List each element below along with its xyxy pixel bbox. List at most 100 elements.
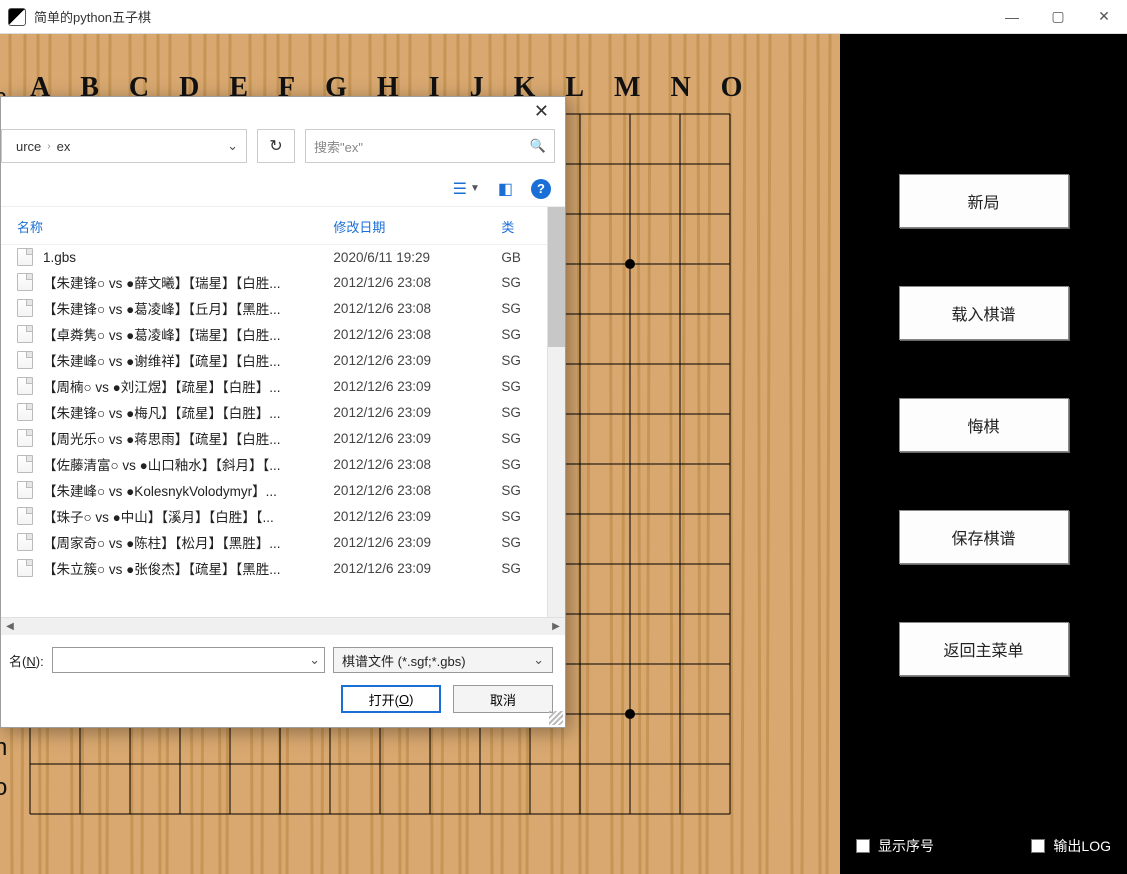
file-row[interactable]: 【朱建锋○ vs ●梅凡】【疏星】【白胜】...2012/12/6 23:09S… [1,399,547,425]
filetype-select[interactable]: 棋谱文件 (*.sgf;*.gbs) ⌄ [333,647,553,673]
file-icon [17,377,33,395]
file-name: 【朱建锋○ vs ●薛文曦】【瑞星】【白胜... [43,272,333,292]
filename-input[interactable]: ⌄ [52,647,325,673]
file-row[interactable]: 【珠子○ vs ●中山】【溪月】【白胜】【...2012/12/6 23:09S… [1,503,547,529]
file-row[interactable]: 【周楠○ vs ●刘江煜】【疏星】【白胜】...2012/12/6 23:09S… [1,373,547,399]
file-row[interactable]: 【朱建峰○ vs ●KolesnykVolodymyr】...2012/12/6… [1,477,547,503]
maximize-button[interactable]: ▢ [1035,0,1081,34]
show-order-checkbox[interactable]: 显示序号 [856,836,934,856]
checkbox-icon [1031,839,1045,853]
file-date: 2012/12/6 23:08 [333,301,501,316]
file-icon [17,507,33,525]
close-button[interactable]: ✕ [1081,0,1127,34]
undo-button[interactable]: 悔棋 [899,398,1069,452]
breadcrumb-segment[interactable]: urce [10,139,47,154]
file-date: 2012/12/6 23:08 [333,457,501,472]
file-type: GB [501,250,531,265]
vertical-scrollbar[interactable] [547,207,565,617]
file-name: 【卓粦隽○ vs ●葛凌峰】【瑞星】【白胜... [43,324,333,344]
file-date: 2012/12/6 23:09 [333,509,501,524]
file-row[interactable]: 【朱建锋○ vs ●葛凌峰】【丘月】【黑胜...2012/12/6 23:08S… [1,295,547,321]
file-row[interactable]: 【朱建锋○ vs ●薛文曦】【瑞星】【白胜...2012/12/6 23:08S… [1,269,547,295]
scroll-right-icon[interactable]: ▶ [549,620,563,634]
file-name: 【朱建锋○ vs ●葛凌峰】【丘月】【黑胜... [43,298,333,318]
filename-label: 名(N): [9,651,44,670]
refresh-button[interactable]: ↻ [257,129,295,163]
file-icon [17,351,33,369]
file-type: SG [501,379,531,394]
open-button[interactable]: 打开(O) [341,685,441,713]
search-placeholder: 搜索"ex" [314,137,363,156]
save-record-button[interactable]: 保存棋谱 [899,510,1069,564]
breadcrumb[interactable]: urce › ex ⌄ [1,129,247,163]
dialog-close-button[interactable]: ✕ [528,101,555,121]
back-main-button[interactable]: 返回主菜单 [899,622,1069,676]
chevron-down-icon[interactable]: ⌄ [309,652,320,668]
file-type: SG [501,301,531,316]
new-game-button[interactable]: 新局 [899,174,1069,228]
file-type: SG [501,431,531,446]
file-name: 【朱建峰○ vs ●KolesnykVolodymyr】... [43,480,333,500]
output-log-checkbox[interactable]: 输出LOG [1031,836,1111,856]
file-date: 2012/12/6 23:09 [333,405,501,420]
file-name: 【佐藤清富○ vs ●山口釉水】【斜月】【... [43,454,333,474]
titlebar: 简单的python五子棋 — ▢ ✕ [0,0,1127,34]
minimize-button[interactable]: — [989,0,1035,34]
file-date: 2012/12/6 23:08 [333,327,501,342]
file-row[interactable]: 【卓粦隽○ vs ●葛凌峰】【瑞星】【白胜...2012/12/6 23:08S… [1,321,547,347]
file-date: 2012/12/6 23:08 [333,483,501,498]
file-type: SG [501,405,531,420]
header-type[interactable]: 类 [501,217,531,236]
file-name: 【朱建峰○ vs ●谢维祥】【疏星】【白胜... [43,350,333,370]
scroll-left-icon[interactable]: ◀ [3,620,17,634]
filetype-value: 棋谱文件 (*.sgf;*.gbs) [342,651,466,670]
show-order-label: 显示序号 [878,836,934,856]
header-name[interactable]: 名称 [17,217,333,236]
file-name: 【周家奇○ vs ●陈柱】【松月】【黑胜】... [43,532,333,552]
file-date: 2012/12/6 23:09 [333,535,501,550]
scrollbar-thumb[interactable] [548,207,565,347]
file-type: SG [501,353,531,368]
file-row[interactable]: 【周家奇○ vs ●陈柱】【松月】【黑胜】...2012/12/6 23:09S… [1,529,547,555]
file-type: SG [501,561,531,576]
file-icon [17,533,33,551]
help-icon[interactable]: ? [531,179,551,199]
cancel-button[interactable]: 取消 [453,685,553,713]
app-icon [8,8,26,26]
file-row[interactable]: 1.gbs2020/6/11 19:29GB [1,245,547,269]
horizontal-scrollbar[interactable]: ◀ ▶ [1,617,565,635]
file-icon [17,559,33,577]
header-date[interactable]: 修改日期 [333,217,501,236]
file-type: SG [501,535,531,550]
file-row[interactable]: 【周光乐○ vs ●蒋思雨】【疏星】【白胜...2012/12/6 23:09S… [1,425,547,451]
view-mode-button[interactable]: ☰ ▼ [453,179,480,199]
window-controls: — ▢ ✕ [989,0,1127,34]
file-row[interactable]: 【朱建峰○ vs ●谢维祥】【疏星】【白胜...2012/12/6 23:09S… [1,347,547,373]
output-log-label: 输出LOG [1053,836,1111,856]
file-icon [17,325,33,343]
breadcrumb-segment[interactable]: ex [51,139,77,154]
file-list: 名称 修改日期 类 1.gbs2020/6/11 19:29GB【朱建锋○ vs… [1,207,547,617]
file-type: SG [501,483,531,498]
file-icon [17,273,33,291]
file-name: 【朱立簇○ vs ●张俊杰】【疏星】【黑胜... [43,558,333,578]
file-date: 2012/12/6 23:08 [333,275,501,290]
preview-pane-button[interactable]: ◧ [498,179,513,199]
file-row[interactable]: 【佐藤清富○ vs ●山口釉水】【斜月】【...2012/12/6 23:08S… [1,451,547,477]
checkbox-icon [856,839,870,853]
file-icon [17,481,33,499]
load-record-button[interactable]: 载入棋谱 [899,286,1069,340]
list-headers[interactable]: 名称 修改日期 类 [1,207,547,245]
file-name: 【周楠○ vs ●刘江煜】【疏星】【白胜】... [43,376,333,396]
file-row[interactable]: 【朱立簇○ vs ●张俊杰】【疏星】【黑胜...2012/12/6 23:09S… [1,555,547,581]
file-name: 【周光乐○ vs ●蒋思雨】【疏星】【白胜... [43,428,333,448]
file-date: 2012/12/6 23:09 [333,561,501,576]
file-date: 2012/12/6 23:09 [333,431,501,446]
chevron-down-icon[interactable]: ⌄ [227,138,238,154]
file-type: SG [501,457,531,472]
file-date: 2012/12/6 23:09 [333,379,501,394]
search-input[interactable]: 搜索"ex" 🔍 [305,129,555,163]
file-icon [17,248,33,266]
resize-grip-icon[interactable] [549,711,563,725]
file-type: SG [501,275,531,290]
